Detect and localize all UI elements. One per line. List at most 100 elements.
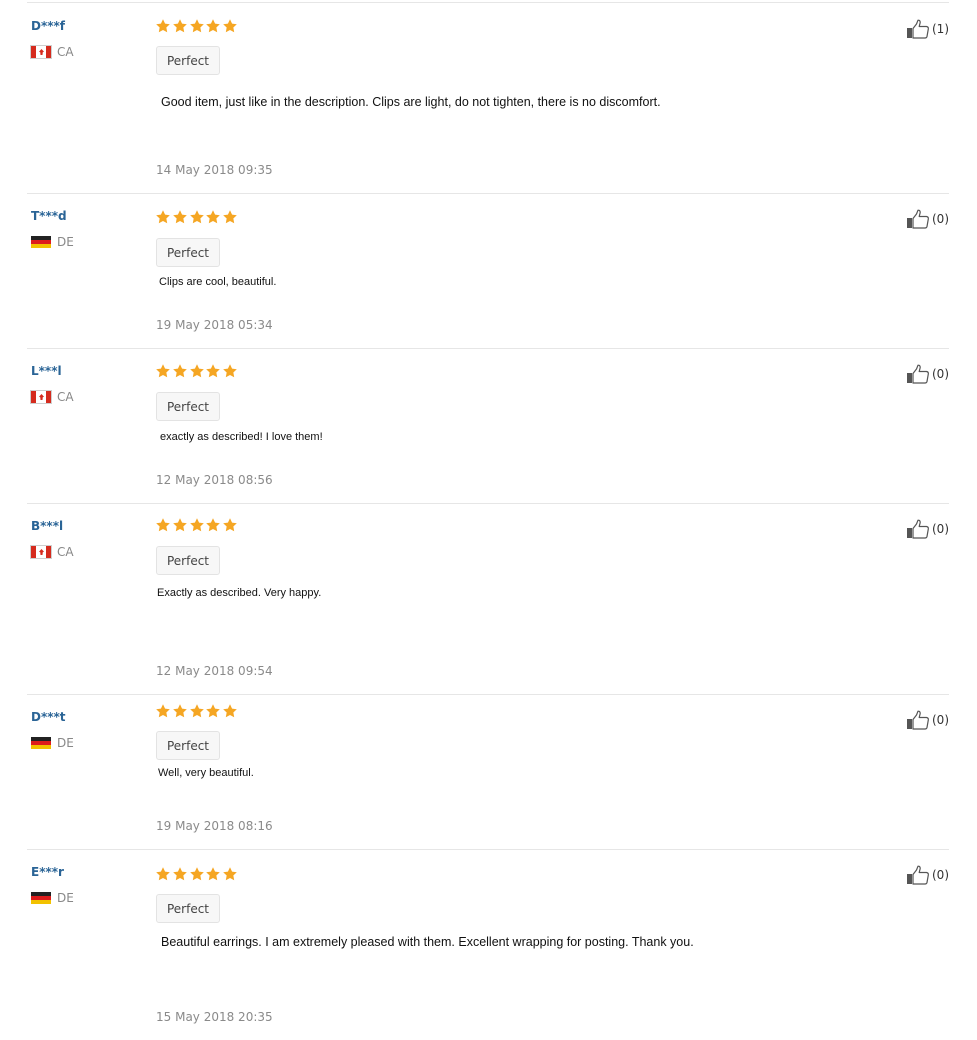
review-item: E***r DE Perfect Beautiful earrings. I am e… — [27, 849, 949, 1040]
flag-de-icon — [31, 236, 51, 248]
review-text: Beautiful earrings. I am extremely pleas… — [161, 935, 694, 949]
helpful-button[interactable]: (0) — [906, 865, 949, 885]
star-rating — [155, 209, 239, 225]
star-icon — [172, 517, 188, 533]
review-item: B***l CA Perfect Exactly as described. Very… — [27, 503, 949, 696]
star-rating — [155, 363, 239, 379]
star-icon — [189, 866, 205, 882]
star-icon — [189, 703, 205, 719]
star-icon — [205, 703, 221, 719]
helpful-count: (1) — [932, 22, 949, 36]
thumbs-up-icon[interactable] — [906, 710, 930, 730]
reviewer-country: DE — [31, 736, 74, 750]
thumbs-up-icon[interactable] — [906, 865, 930, 885]
review-text: Exactly as described. Very happy. — [157, 587, 322, 599]
country-code: CA — [57, 390, 74, 404]
helpful-count: (0) — [932, 713, 949, 727]
star-icon — [172, 866, 188, 882]
review-date: 15 May 2018 20:35 — [156, 1010, 273, 1024]
helpful-button[interactable]: (0) — [906, 209, 949, 229]
star-icon — [172, 209, 188, 225]
star-icon — [222, 18, 238, 34]
flag-de-icon — [31, 892, 51, 904]
star-icon — [172, 363, 188, 379]
star-icon — [155, 209, 171, 225]
review-list: D***f CA Perfect Good item, just like in th… — [0, 0, 977, 1039]
reviewer-name[interactable]: D***t — [31, 710, 66, 724]
helpful-count: (0) — [932, 367, 949, 381]
reviewer-name[interactable]: B***l — [31, 519, 63, 533]
star-icon — [205, 18, 221, 34]
thumbs-up-icon[interactable] — [906, 209, 930, 229]
star-icon — [155, 703, 171, 719]
reviewer-country: DE — [31, 891, 74, 905]
country-code: CA — [57, 545, 74, 559]
rating-badge: Perfect — [156, 546, 220, 575]
star-rating — [155, 703, 239, 719]
star-rating — [155, 18, 239, 34]
star-icon — [189, 363, 205, 379]
country-code: DE — [57, 736, 74, 750]
star-icon — [222, 363, 238, 379]
star-icon — [155, 18, 171, 34]
reviewer-name[interactable]: D***f — [31, 19, 65, 33]
reviewer-name[interactable]: E***r — [31, 865, 64, 879]
helpful-count: (0) — [932, 522, 949, 536]
reviewer-name[interactable]: L***l — [31, 364, 62, 378]
rating-badge: Perfect — [156, 238, 220, 267]
star-icon — [222, 703, 238, 719]
star-icon — [205, 209, 221, 225]
country-code: CA — [57, 45, 74, 59]
helpful-button[interactable]: (0) — [906, 364, 949, 384]
star-icon — [172, 18, 188, 34]
flag-de-icon — [31, 737, 51, 749]
thumbs-up-icon[interactable] — [906, 19, 930, 39]
review-date: 14 May 2018 09:35 — [156, 163, 273, 177]
review-date: 19 May 2018 08:16 — [156, 819, 273, 833]
helpful-button[interactable]: (0) — [906, 519, 949, 539]
reviewer-name[interactable]: T***d — [31, 209, 67, 223]
helpful-button[interactable]: (1) — [906, 19, 949, 39]
star-icon — [222, 209, 238, 225]
star-icon — [222, 517, 238, 533]
review-date: 12 May 2018 09:54 — [156, 664, 273, 678]
thumbs-up-icon[interactable] — [906, 519, 930, 539]
review-date: 12 May 2018 08:56 — [156, 473, 273, 487]
star-icon — [205, 363, 221, 379]
reviewer-country: CA — [30, 45, 74, 59]
rating-badge: Perfect — [156, 731, 220, 760]
rating-badge: Perfect — [156, 392, 220, 421]
star-icon — [189, 517, 205, 533]
review-date: 19 May 2018 05:34 — [156, 318, 273, 332]
helpful-count: (0) — [932, 212, 949, 226]
review-item: D***f CA Perfect Good item, just like in th… — [27, 2, 949, 195]
star-icon — [189, 18, 205, 34]
star-icon — [155, 866, 171, 882]
flag-ca-icon — [30, 45, 52, 59]
reviewer-country: DE — [31, 235, 74, 249]
review-text: exactly as described! I love them! — [160, 431, 323, 443]
flag-ca-icon — [30, 545, 52, 559]
helpful-button[interactable]: (0) — [906, 710, 949, 730]
star-icon — [155, 363, 171, 379]
star-icon — [155, 517, 171, 533]
review-text: Clips are cool, beautiful. — [159, 276, 277, 288]
star-icon — [222, 866, 238, 882]
country-code: DE — [57, 235, 74, 249]
helpful-count: (0) — [932, 868, 949, 882]
star-icon — [205, 517, 221, 533]
rating-badge: Perfect — [156, 894, 220, 923]
star-rating — [155, 866, 239, 882]
review-text: Well, very beautiful. — [158, 767, 254, 779]
review-item: D***t DE Perfect Well, very beautiful. 19 Ma… — [27, 694, 949, 851]
review-item: L***l CA Perfect exactly as described! I lo… — [27, 348, 949, 505]
star-rating — [155, 517, 239, 533]
reviewer-country: CA — [30, 545, 74, 559]
star-icon — [205, 866, 221, 882]
rating-badge: Perfect — [156, 46, 220, 75]
thumbs-up-icon[interactable] — [906, 364, 930, 384]
flag-ca-icon — [30, 390, 52, 404]
review-text: Good item, just like in the description.… — [161, 95, 661, 109]
star-icon — [189, 209, 205, 225]
review-item: T***d DE Perfect Clips are cool, beautiful.… — [27, 193, 949, 350]
